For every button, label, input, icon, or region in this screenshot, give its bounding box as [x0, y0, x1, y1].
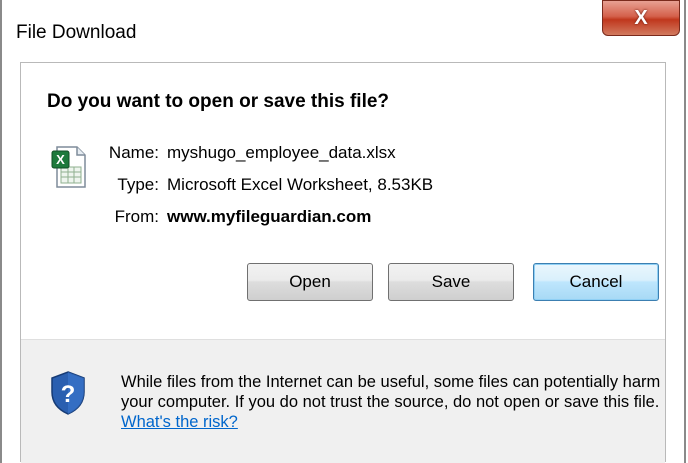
- security-warning-section: ? While files from the Internet can be u…: [21, 339, 665, 463]
- cancel-button[interactable]: Cancel: [533, 263, 659, 301]
- shield-question-icon: ?: [51, 371, 85, 415]
- file-name-value: myshugo_employee_data.xlsx: [167, 143, 396, 162]
- file-source-row: From: www.myfileguardian.com: [79, 207, 639, 229]
- file-type-row: Type: Microsoft Excel Worksheet, 8.53KB: [79, 175, 639, 197]
- dialog-content: Do you want to open or save this file? X…: [20, 62, 666, 463]
- file-type-value: Microsoft Excel Worksheet, 8.53KB: [167, 175, 434, 194]
- warning-message: While files from the Internet can be use…: [121, 373, 661, 411]
- close-icon: X: [634, 6, 648, 29]
- file-source-value: www.myfileguardian.com: [167, 207, 372, 226]
- whats-the-risk-link[interactable]: What's the risk?: [121, 413, 238, 431]
- svg-text:?: ?: [61, 381, 76, 408]
- window-title: File Download: [16, 22, 137, 43]
- title-bar[interactable]: File Download X: [2, 0, 684, 62]
- from-label: From:: [114, 207, 159, 226]
- save-button[interactable]: Save: [388, 263, 514, 301]
- close-button[interactable]: X: [602, 0, 680, 36]
- security-warning-text: While files from the Internet can be use…: [121, 372, 681, 432]
- svg-text:X: X: [56, 152, 65, 167]
- name-label: Name:: [108, 143, 159, 162]
- file-name-row: Name: myshugo_employee_data.xlsx: [79, 143, 639, 165]
- type-label: Type:: [117, 175, 159, 194]
- file-download-dialog: File Download X Do you want to open or s…: [0, 0, 686, 463]
- open-button[interactable]: Open: [247, 263, 373, 301]
- file-info-section: Do you want to open or save this file? X…: [21, 63, 665, 339]
- dialog-question: Do you want to open or save this file?: [47, 91, 390, 112]
